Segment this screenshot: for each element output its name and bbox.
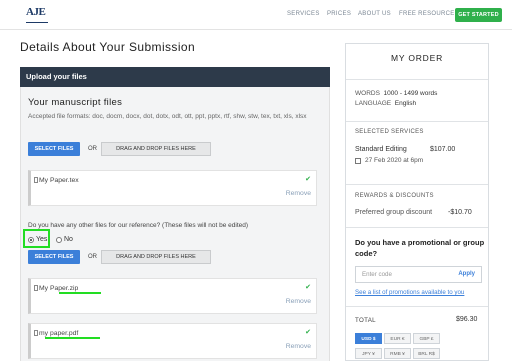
document-icon (34, 285, 38, 291)
checkmark-icon: ✔ (305, 329, 311, 336)
service-name: Standard Editing (355, 146, 407, 153)
order-title: MY ORDER (390, 53, 444, 63)
manuscript-file-card: My Paper.tex ✔ Remove (28, 170, 317, 206)
apply-button[interactable]: Apply (458, 271, 475, 277)
currency-eur[interactable]: EUR € (384, 333, 411, 344)
language-row: LANGUAGE English (355, 100, 416, 107)
drag-drop-zone[interactable]: DRAG AND DROP FILES HERE (101, 142, 211, 156)
select-files-button[interactable]: SELECT FILES (28, 142, 80, 156)
divider (346, 79, 488, 80)
checkmark-icon: ✔ (305, 176, 311, 183)
aje-logo[interactable]: AJE (26, 6, 48, 23)
discount-name: Preferred group discount (355, 209, 433, 216)
manuscript-files-title: Your manuscript files (28, 97, 123, 108)
upload-files-header: Upload your files (20, 67, 330, 87)
drag-drop-zone-2[interactable]: DRAG AND DROP FILES HERE (101, 250, 211, 264)
discount-value: -$10.70 (448, 209, 472, 216)
document-icon (34, 177, 38, 183)
currency-gbp[interactable]: GBP £ (413, 333, 440, 344)
divider (346, 227, 488, 228)
currency-rmb[interactable]: RMB ¥ (384, 348, 411, 359)
language-value: English (394, 100, 417, 107)
words-value: 1000 - 1499 words (383, 90, 438, 97)
or-label-2: OR (88, 254, 97, 260)
promo-code-input[interactable]: Enter code Apply (355, 266, 482, 283)
reference-file-card-pdf: my paper.pdf ✔ Remove (28, 323, 317, 359)
remove-file-link[interactable]: Remove (286, 190, 311, 197)
divider (346, 121, 488, 122)
promotions-link[interactable]: See a list of promotions available to yo… (355, 289, 464, 296)
filename-underline-annotation (59, 292, 101, 294)
file-name: My Paper.zip (39, 285, 79, 292)
words-label: WORDS (355, 90, 380, 97)
selected-services-label: SELECTED SERVICES (355, 129, 424, 135)
total-label: TOTAL (355, 317, 376, 324)
divider (346, 184, 488, 185)
remove-file-link[interactable]: Remove (286, 298, 311, 305)
currency-brl[interactable]: BRL R$ (413, 348, 440, 359)
calendar-icon (355, 158, 361, 164)
yes-highlight-annotation (23, 229, 50, 248)
nav-link-prices[interactable]: PRICES (327, 11, 351, 17)
page-title: Details About Your Submission (20, 40, 196, 54)
currency-jpy[interactable]: JPY ¥ (355, 348, 382, 359)
nav-link-about-us[interactable]: ABOUT US (358, 11, 391, 17)
promo-question: Do you have a promotional or group code? (355, 238, 485, 258)
no-radio[interactable] (56, 237, 62, 243)
or-label: OR (88, 146, 97, 152)
top-navigation: AJE SERVICES PRICES ABOUT US FREE RESOUR… (0, 0, 512, 30)
words-row: WORDS 1000 - 1499 words (355, 90, 437, 97)
filename-underline-annotation (45, 337, 100, 339)
rewards-label: REWARDS & DISCOUNTS (355, 193, 434, 199)
reference-files-question: Do you have any other files for our refe… (28, 222, 249, 229)
file-name: my paper.pdf (39, 330, 79, 337)
remove-file-link[interactable]: Remove (286, 343, 311, 350)
promo-placeholder: Enter code (362, 271, 392, 278)
nav-link-free-resources[interactable]: FREE RESOURCES (399, 11, 459, 17)
reference-file-card-zip: My Paper.zip ✔ Remove (28, 278, 317, 314)
nav-link-services[interactable]: SERVICES (287, 11, 320, 17)
select-reference-files-button[interactable]: SELECT FILES (28, 250, 80, 264)
total-value: $96.30 (456, 316, 478, 323)
language-label: LANGUAGE (355, 100, 392, 107)
service-date: 27 Feb 2020 at 6pm (365, 157, 424, 164)
currency-usd[interactable]: USD $ (355, 333, 382, 344)
file-name: My Paper.tex (39, 177, 79, 184)
logo-underline (26, 22, 48, 23)
no-radio-label[interactable]: No (64, 236, 73, 243)
divider (346, 306, 488, 307)
service-price: $107.00 (430, 146, 456, 153)
get-started-button[interactable]: GET STARTED (455, 8, 502, 22)
document-icon (34, 330, 38, 336)
checkmark-icon: ✔ (305, 284, 311, 291)
accepted-formats-text: Accepted file formats: doc, docm, docx, … (28, 113, 307, 120)
